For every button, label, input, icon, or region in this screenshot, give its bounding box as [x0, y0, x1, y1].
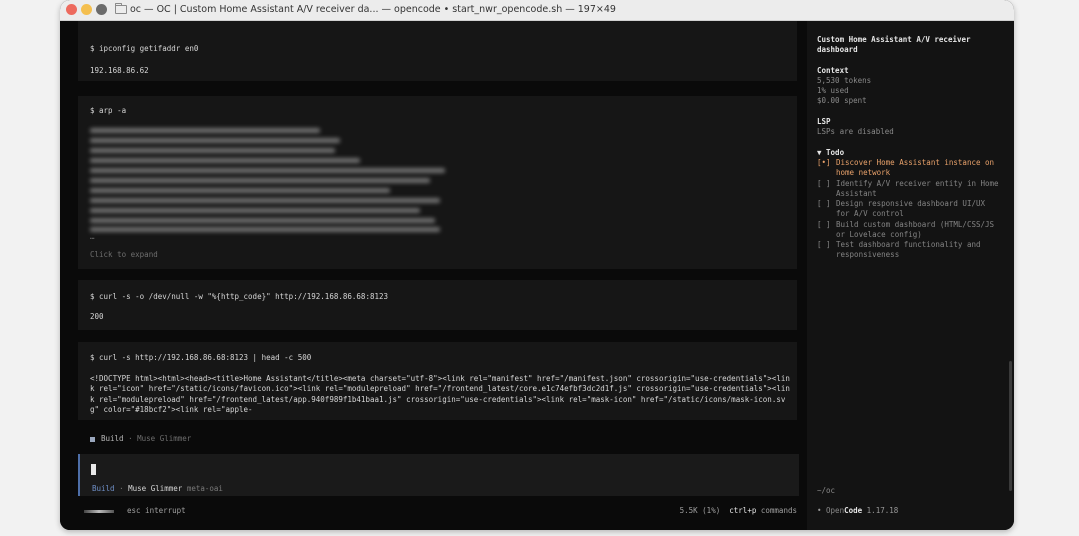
- todo-text: Discover Home Assistant instance on home…: [836, 158, 995, 177]
- todo-text: Build custom dashboard (HTML/CSS/JS or L…: [836, 220, 995, 239]
- close-window-button[interactable]: [66, 4, 77, 15]
- todo-checkbox: [•]: [817, 158, 831, 167]
- provider-name: meta-oai: [186, 484, 223, 493]
- context-used: 1% used: [817, 86, 849, 95]
- separator: ·: [119, 484, 124, 493]
- command-output: <!DOCTYPE html><html><head><title>Home A…: [90, 374, 790, 415]
- todo-toggle[interactable]: ▼ Todo: [817, 148, 844, 157]
- status-footer: esc interrupt 5.5K (1%) ctrl+p commands: [60, 505, 807, 521]
- text-cursor: [91, 464, 96, 475]
- square-icon: [90, 436, 95, 442]
- command-text: $ ipconfig getifaddr en0: [90, 44, 199, 53]
- todo-checkbox: [ ]: [817, 199, 831, 208]
- conversation-pane[interactable]: $ ipconfig getifaddr en0 192.168.86.62 $…: [60, 21, 807, 530]
- session-sidebar: Custom Home Assistant A/V receiver dashb…: [807, 21, 1014, 530]
- todo-text: Design responsive dashboard UI/UX for A/…: [836, 199, 986, 218]
- context-heading: Context: [817, 66, 849, 75]
- working-directory: ~/oc: [817, 486, 836, 495]
- minimize-window-button[interactable]: [81, 4, 92, 15]
- command-output: 192.168.86.62: [90, 66, 149, 75]
- separator: ·: [128, 434, 133, 443]
- build-status: Build · Muse Glimmer: [90, 434, 191, 443]
- sidebar-scrollbar[interactable]: [1009, 361, 1012, 491]
- brand-open: Open: [826, 506, 845, 515]
- shortcut-key: ctrl+p: [729, 506, 757, 515]
- cost-spent: $0.00 spent: [817, 96, 867, 105]
- todo-item: [ ] Build custom dashboard (HTML/CSS/JS …: [817, 220, 1002, 240]
- footer-right: 5.5K (1%) ctrl+p commands: [680, 506, 797, 515]
- status-bullet: •: [817, 506, 822, 515]
- interrupt-hint: esc interrupt: [127, 506, 186, 515]
- prompt-input[interactable]: Build · Muse Glimmer meta-oai: [78, 454, 799, 496]
- version-number: 1.17.18: [866, 506, 899, 515]
- tool-output-arp[interactable]: $ arp -a … Click to expand: [78, 96, 797, 269]
- command-text: $ curl -s http://192.168.86.68:8123 | he…: [90, 353, 312, 362]
- lsp-status: LSPs are disabled: [817, 127, 894, 136]
- commands-label[interactable]: commands: [761, 506, 797, 515]
- command-text: $ arp -a: [90, 106, 127, 115]
- model-label: Muse Glimmer: [137, 434, 192, 443]
- todo-checkbox: [ ]: [817, 179, 831, 188]
- brand-code: Code: [844, 506, 863, 515]
- command-text: $ curl -s -o /dev/null -w "%{http_code}"…: [90, 292, 389, 301]
- redacted-output: [90, 126, 448, 232]
- truncation-ellipsis: …: [90, 232, 95, 241]
- model-name[interactable]: Muse Glimmer: [128, 484, 182, 493]
- window-title: oc — OC | Custom Home Assistant A/V rece…: [130, 4, 616, 15]
- app-version: • OpenCode 1.17.18: [817, 506, 898, 515]
- build-mode-label: Build: [101, 434, 124, 443]
- token-usage: 5.5K (1%): [679, 506, 721, 515]
- tool-output-curl-head: $ curl -s http://192.168.86.68:8123 | he…: [78, 342, 797, 420]
- todo-text: Test dashboard functionality and respons…: [836, 240, 981, 259]
- agent-mode-label[interactable]: Build: [92, 484, 115, 493]
- click-to-expand-link[interactable]: Click to expand: [90, 250, 158, 259]
- todo-text: Identify A/V receiver entity in Home Ass…: [836, 179, 999, 198]
- progress-spinner-icon: [84, 510, 114, 513]
- tool-output-curl-status: $ curl -s -o /dev/null -w "%{http_code}"…: [78, 280, 797, 330]
- token-count: 5,530 tokens: [817, 76, 872, 85]
- terminal-window: oc — OC | Custom Home Assistant A/V rece…: [60, 0, 1014, 530]
- todo-item: [ ] Identify A/V receiver entity in Home…: [817, 179, 1002, 199]
- todo-item: [ ] Test dashboard functionality and res…: [817, 240, 1002, 260]
- session-title: Custom Home Assistant A/V receiver dashb…: [817, 35, 971, 54]
- lsp-heading: LSP: [817, 117, 831, 126]
- todo-checkbox: [ ]: [817, 220, 831, 229]
- todo-item: [ ] Design responsive dashboard UI/UX fo…: [817, 199, 1002, 219]
- command-output: 200: [90, 312, 104, 321]
- title-bar: oc — OC | Custom Home Assistant A/V rece…: [60, 0, 1014, 21]
- folder-icon: [115, 3, 127, 14]
- todo-checkbox: [ ]: [817, 240, 831, 249]
- prompt-mode-line: Build · Muse Glimmer meta-oai: [92, 484, 223, 493]
- zoom-window-button[interactable]: [96, 4, 107, 15]
- todo-item: [•] Discover Home Assistant instance on …: [817, 158, 1002, 178]
- tool-output-ipconfig: $ ipconfig getifaddr en0 192.168.86.62: [78, 21, 797, 81]
